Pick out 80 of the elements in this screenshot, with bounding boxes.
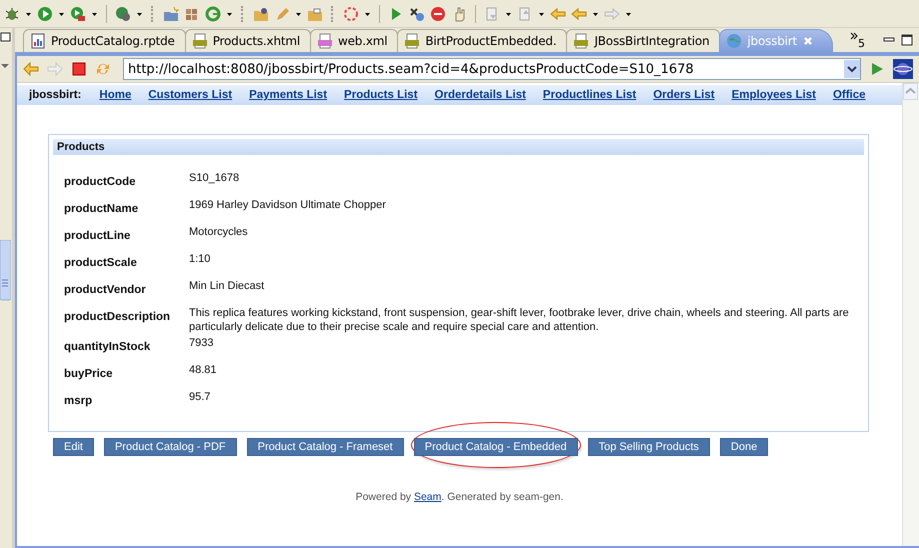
field-value: 1969 Harley Davidson Ultimate Chopper bbox=[189, 198, 387, 213]
bug-icon[interactable] bbox=[4, 6, 20, 22]
action-button[interactable]: Product Catalog - Frameset bbox=[246, 438, 404, 456]
field-label: msrp bbox=[64, 394, 94, 409]
folder-icon[interactable] bbox=[253, 6, 269, 22]
editor-tab[interactable]: ProductCatalog.rptde bbox=[23, 29, 186, 52]
back-icon[interactable] bbox=[571, 6, 587, 22]
nav-link[interactable]: Customers List bbox=[148, 89, 232, 101]
nav-link[interactable]: Products List bbox=[344, 89, 418, 101]
play-toolbox-icon[interactable] bbox=[70, 6, 86, 22]
field-label: productScale bbox=[64, 256, 138, 271]
field-value: Min Lin Diecast bbox=[189, 279, 266, 294]
html-file-icon bbox=[404, 33, 420, 49]
field-label: productCode bbox=[64, 175, 137, 190]
caret-icon[interactable] bbox=[226, 10, 233, 16]
caret-icon[interactable] bbox=[91, 10, 98, 16]
back-star-icon[interactable] bbox=[550, 6, 566, 22]
seam-link[interactable]: Seam bbox=[414, 491, 442, 503]
chevron-icon[interactable] bbox=[850, 32, 858, 40]
action-button[interactable]: Product Catalog - PDF bbox=[104, 438, 237, 456]
field-value: S10_1678 bbox=[189, 171, 240, 186]
globe-icon bbox=[726, 33, 742, 49]
html-file-icon bbox=[573, 33, 590, 49]
caret-icon[interactable] bbox=[505, 10, 512, 16]
nav-link[interactable]: Payments List bbox=[249, 89, 328, 101]
caret-icon[interactable] bbox=[364, 10, 371, 16]
scrollbar-icon bbox=[0, 240, 11, 302]
caret-icon[interactable] bbox=[625, 10, 632, 16]
action-button[interactable]: Edit bbox=[53, 438, 94, 456]
field-label: productLine bbox=[64, 229, 132, 244]
field-label: productVendor bbox=[64, 283, 147, 298]
nav-link[interactable]: Office bbox=[832, 89, 866, 101]
back-icon[interactable] bbox=[23, 61, 39, 77]
caret-icon[interactable] bbox=[25, 10, 32, 16]
caret-icon[interactable] bbox=[136, 10, 143, 16]
html-file-icon bbox=[192, 33, 208, 49]
field-label: productDescription bbox=[64, 310, 172, 325]
nav-link[interactable]: Home bbox=[99, 89, 132, 101]
stop-icon[interactable] bbox=[71, 61, 87, 77]
ring-icon[interactable] bbox=[343, 6, 359, 22]
report-file-icon bbox=[30, 33, 46, 49]
scrollbar[interactable] bbox=[902, 83, 919, 546]
nav-link[interactable]: Employees List bbox=[732, 89, 816, 101]
action-button[interactable]: Product Catalog - Embedded bbox=[414, 438, 578, 456]
nav-link[interactable]: Orderdetails List bbox=[434, 89, 526, 101]
dropdown-button[interactable] bbox=[844, 60, 860, 78]
restore-icon[interactable] bbox=[0, 32, 11, 42]
caret-icon[interactable] bbox=[58, 10, 65, 16]
field-value: 7933 bbox=[189, 336, 214, 351]
play-icon[interactable] bbox=[37, 6, 53, 22]
field-label: buyPrice bbox=[64, 367, 114, 382]
open-folder-icon[interactable] bbox=[307, 6, 323, 22]
field-value: Motorcycles bbox=[189, 225, 249, 240]
action-button[interactable]: Done bbox=[720, 438, 768, 456]
caret-icon[interactable] bbox=[295, 10, 302, 16]
xml-file-icon bbox=[316, 33, 333, 49]
nav-link[interactable]: Productlines List bbox=[542, 89, 636, 101]
stop-icon[interactable] bbox=[430, 6, 446, 22]
panel-title: Products bbox=[53, 139, 864, 155]
globe-orbit-icon[interactable] bbox=[893, 59, 913, 79]
action-button[interactable]: Top Selling Products bbox=[588, 438, 710, 456]
field-value: This replica features working kickstand, front suspension, gear-shift lever, footbrake lever, drive chain, wheels and steering. All parts are particularly delicate due to their precise scale and require special care and attention. bbox=[189, 306, 850, 334]
url-field[interactable]: http://localhost:8080/jbossbirt/Products.seam?cid=4&productsProductCode=S10_1678 bbox=[123, 58, 861, 80]
close-icon[interactable] bbox=[802, 35, 814, 47]
go-icon[interactable] bbox=[869, 61, 885, 77]
field-value: 95.7 bbox=[189, 390, 212, 405]
field-value: 1:10 bbox=[189, 252, 212, 267]
maximize-icon[interactable] bbox=[901, 34, 913, 46]
footer-text: Powered by Seam. Generated by seam-gen. bbox=[354, 491, 564, 503]
caret-icon[interactable] bbox=[538, 10, 545, 16]
site-name: jbossbirt: bbox=[29, 89, 82, 101]
field-label: productName bbox=[64, 202, 140, 217]
field-label: quantityInStock bbox=[64, 340, 152, 355]
field-value: 48.81 bbox=[189, 363, 218, 378]
new-folder-icon[interactable] bbox=[163, 6, 179, 22]
overflow-count[interactable]: 5 bbox=[858, 37, 865, 50]
refresh-g-icon[interactable] bbox=[205, 6, 221, 22]
chevron-down-icon bbox=[847, 65, 857, 73]
nav-link[interactable]: Orders List bbox=[653, 89, 715, 101]
caret-icon[interactable] bbox=[592, 10, 599, 16]
